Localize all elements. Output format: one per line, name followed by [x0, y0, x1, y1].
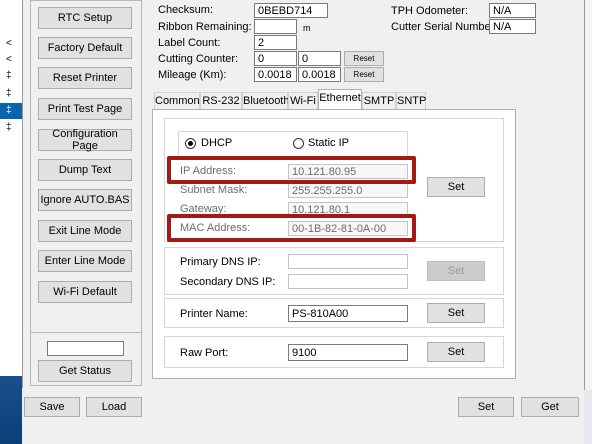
- mileage-reset-button[interactable]: Reset: [344, 67, 384, 82]
- mileage-field-1[interactable]: 0.0018: [254, 67, 297, 82]
- set-raw-port-button[interactable]: Set: [427, 342, 485, 362]
- rtc-setup-button[interactable]: RTC Setup: [38, 7, 132, 29]
- mileage-label: Mileage (Km):: [158, 69, 227, 81]
- tab-sntp[interactable]: SNTP: [396, 92, 426, 109]
- cutting-counter-label: Cutting Counter:: [158, 53, 239, 65]
- dump-text-button[interactable]: Dump Text: [38, 159, 132, 181]
- tph-odometer-label: TPH Odometer:: [391, 5, 469, 17]
- ignore-auto-bas-button[interactable]: Ignore AUTO.BAS: [38, 189, 132, 211]
- background-row: <: [6, 38, 12, 49]
- cutting-counter-field-1[interactable]: 0: [254, 51, 297, 66]
- set-dns-button[interactable]: Set: [427, 261, 485, 281]
- app-window: < < ‡ ‡ ‡ ‡ RTC Setup Factory Default Re…: [0, 0, 592, 444]
- background-window-edge: [584, 0, 592, 390]
- mileage-field-2[interactable]: 0.0018: [298, 67, 341, 82]
- configuration-page-button[interactable]: Configuration Page: [38, 128, 132, 152]
- checksum-field[interactable]: 0BEBD714: [254, 3, 328, 18]
- tab-smtp[interactable]: SMTP: [362, 92, 396, 109]
- tab-bluetooth[interactable]: Bluetooth: [242, 92, 289, 109]
- printer-name-label: Printer Name:: [180, 308, 248, 320]
- background-row: ‡: [6, 88, 12, 99]
- ribbon-unit: m: [303, 23, 311, 33]
- tph-odometer-field[interactable]: N/A: [489, 3, 536, 18]
- primary-dns-label: Primary DNS IP:: [180, 256, 261, 268]
- raw-port-label: Raw Port:: [180, 347, 229, 359]
- tab-rs232[interactable]: RS-232: [200, 92, 242, 109]
- label-count-field[interactable]: 2: [254, 35, 297, 50]
- cutting-reset-button[interactable]: Reset: [344, 51, 384, 66]
- factory-default-button[interactable]: Factory Default: [38, 37, 132, 59]
- cutting-counter-field-2[interactable]: 0: [298, 51, 341, 66]
- load-button[interactable]: Load: [86, 397, 142, 417]
- set-button[interactable]: Set: [458, 397, 514, 417]
- checksum-label: Checksum:: [158, 4, 214, 16]
- reset-printer-button[interactable]: Reset Printer: [38, 67, 132, 89]
- save-button[interactable]: Save: [24, 397, 80, 417]
- subnet-mask-field[interactable]: 255.255.255.0: [288, 183, 408, 198]
- set-ip-button[interactable]: Set: [427, 177, 485, 197]
- print-test-page-button[interactable]: Print Test Page: [38, 98, 132, 120]
- cutter-serial-field[interactable]: N/A: [489, 19, 536, 34]
- tab-wifi[interactable]: Wi-Fi: [288, 92, 318, 109]
- background-row: ‡: [6, 122, 12, 133]
- get-button[interactable]: Get: [521, 397, 579, 417]
- background-row: <: [6, 54, 12, 65]
- tab-common[interactable]: Common: [154, 92, 200, 109]
- secondary-dns-field[interactable]: [288, 274, 408, 289]
- wifi-default-button[interactable]: Wi-Fi Default: [38, 281, 132, 303]
- ip-address-highlight: [167, 156, 416, 184]
- mac-address-highlight: [167, 214, 416, 242]
- status-field[interactable]: [47, 341, 124, 356]
- set-printer-name-button[interactable]: Set: [427, 303, 485, 323]
- ribbon-remaining-label: Ribbon Remaining:: [158, 21, 252, 33]
- cutter-serial-label: Cutter Serial Number:: [391, 21, 498, 33]
- primary-dns-field[interactable]: [288, 254, 408, 269]
- enter-line-mode-button[interactable]: Enter Line Mode: [38, 250, 132, 272]
- static-ip-label: Static IP: [308, 137, 349, 149]
- secondary-dns-label: Secondary DNS IP:: [180, 276, 276, 288]
- raw-port-field[interactable]: 9100: [288, 344, 408, 361]
- desktop-background: [0, 376, 22, 444]
- dhcp-label: DHCP: [201, 137, 233, 149]
- tab-ethernet[interactable]: Ethernet: [318, 89, 362, 110]
- exit-line-mode-button[interactable]: Exit Line Mode: [38, 220, 132, 242]
- ribbon-remaining-field[interactable]: [254, 19, 297, 34]
- background-row: ‡: [6, 70, 12, 81]
- printer-name-field[interactable]: PS-810A00: [288, 305, 408, 322]
- label-count-label: Label Count:: [158, 37, 221, 49]
- background-row-selected: ‡: [0, 103, 22, 119]
- static-ip-radio[interactable]: [293, 138, 304, 149]
- dhcp-radio[interactable]: [185, 138, 196, 149]
- subnet-mask-label: Subnet Mask:: [180, 184, 248, 196]
- get-status-button[interactable]: Get Status: [38, 360, 132, 382]
